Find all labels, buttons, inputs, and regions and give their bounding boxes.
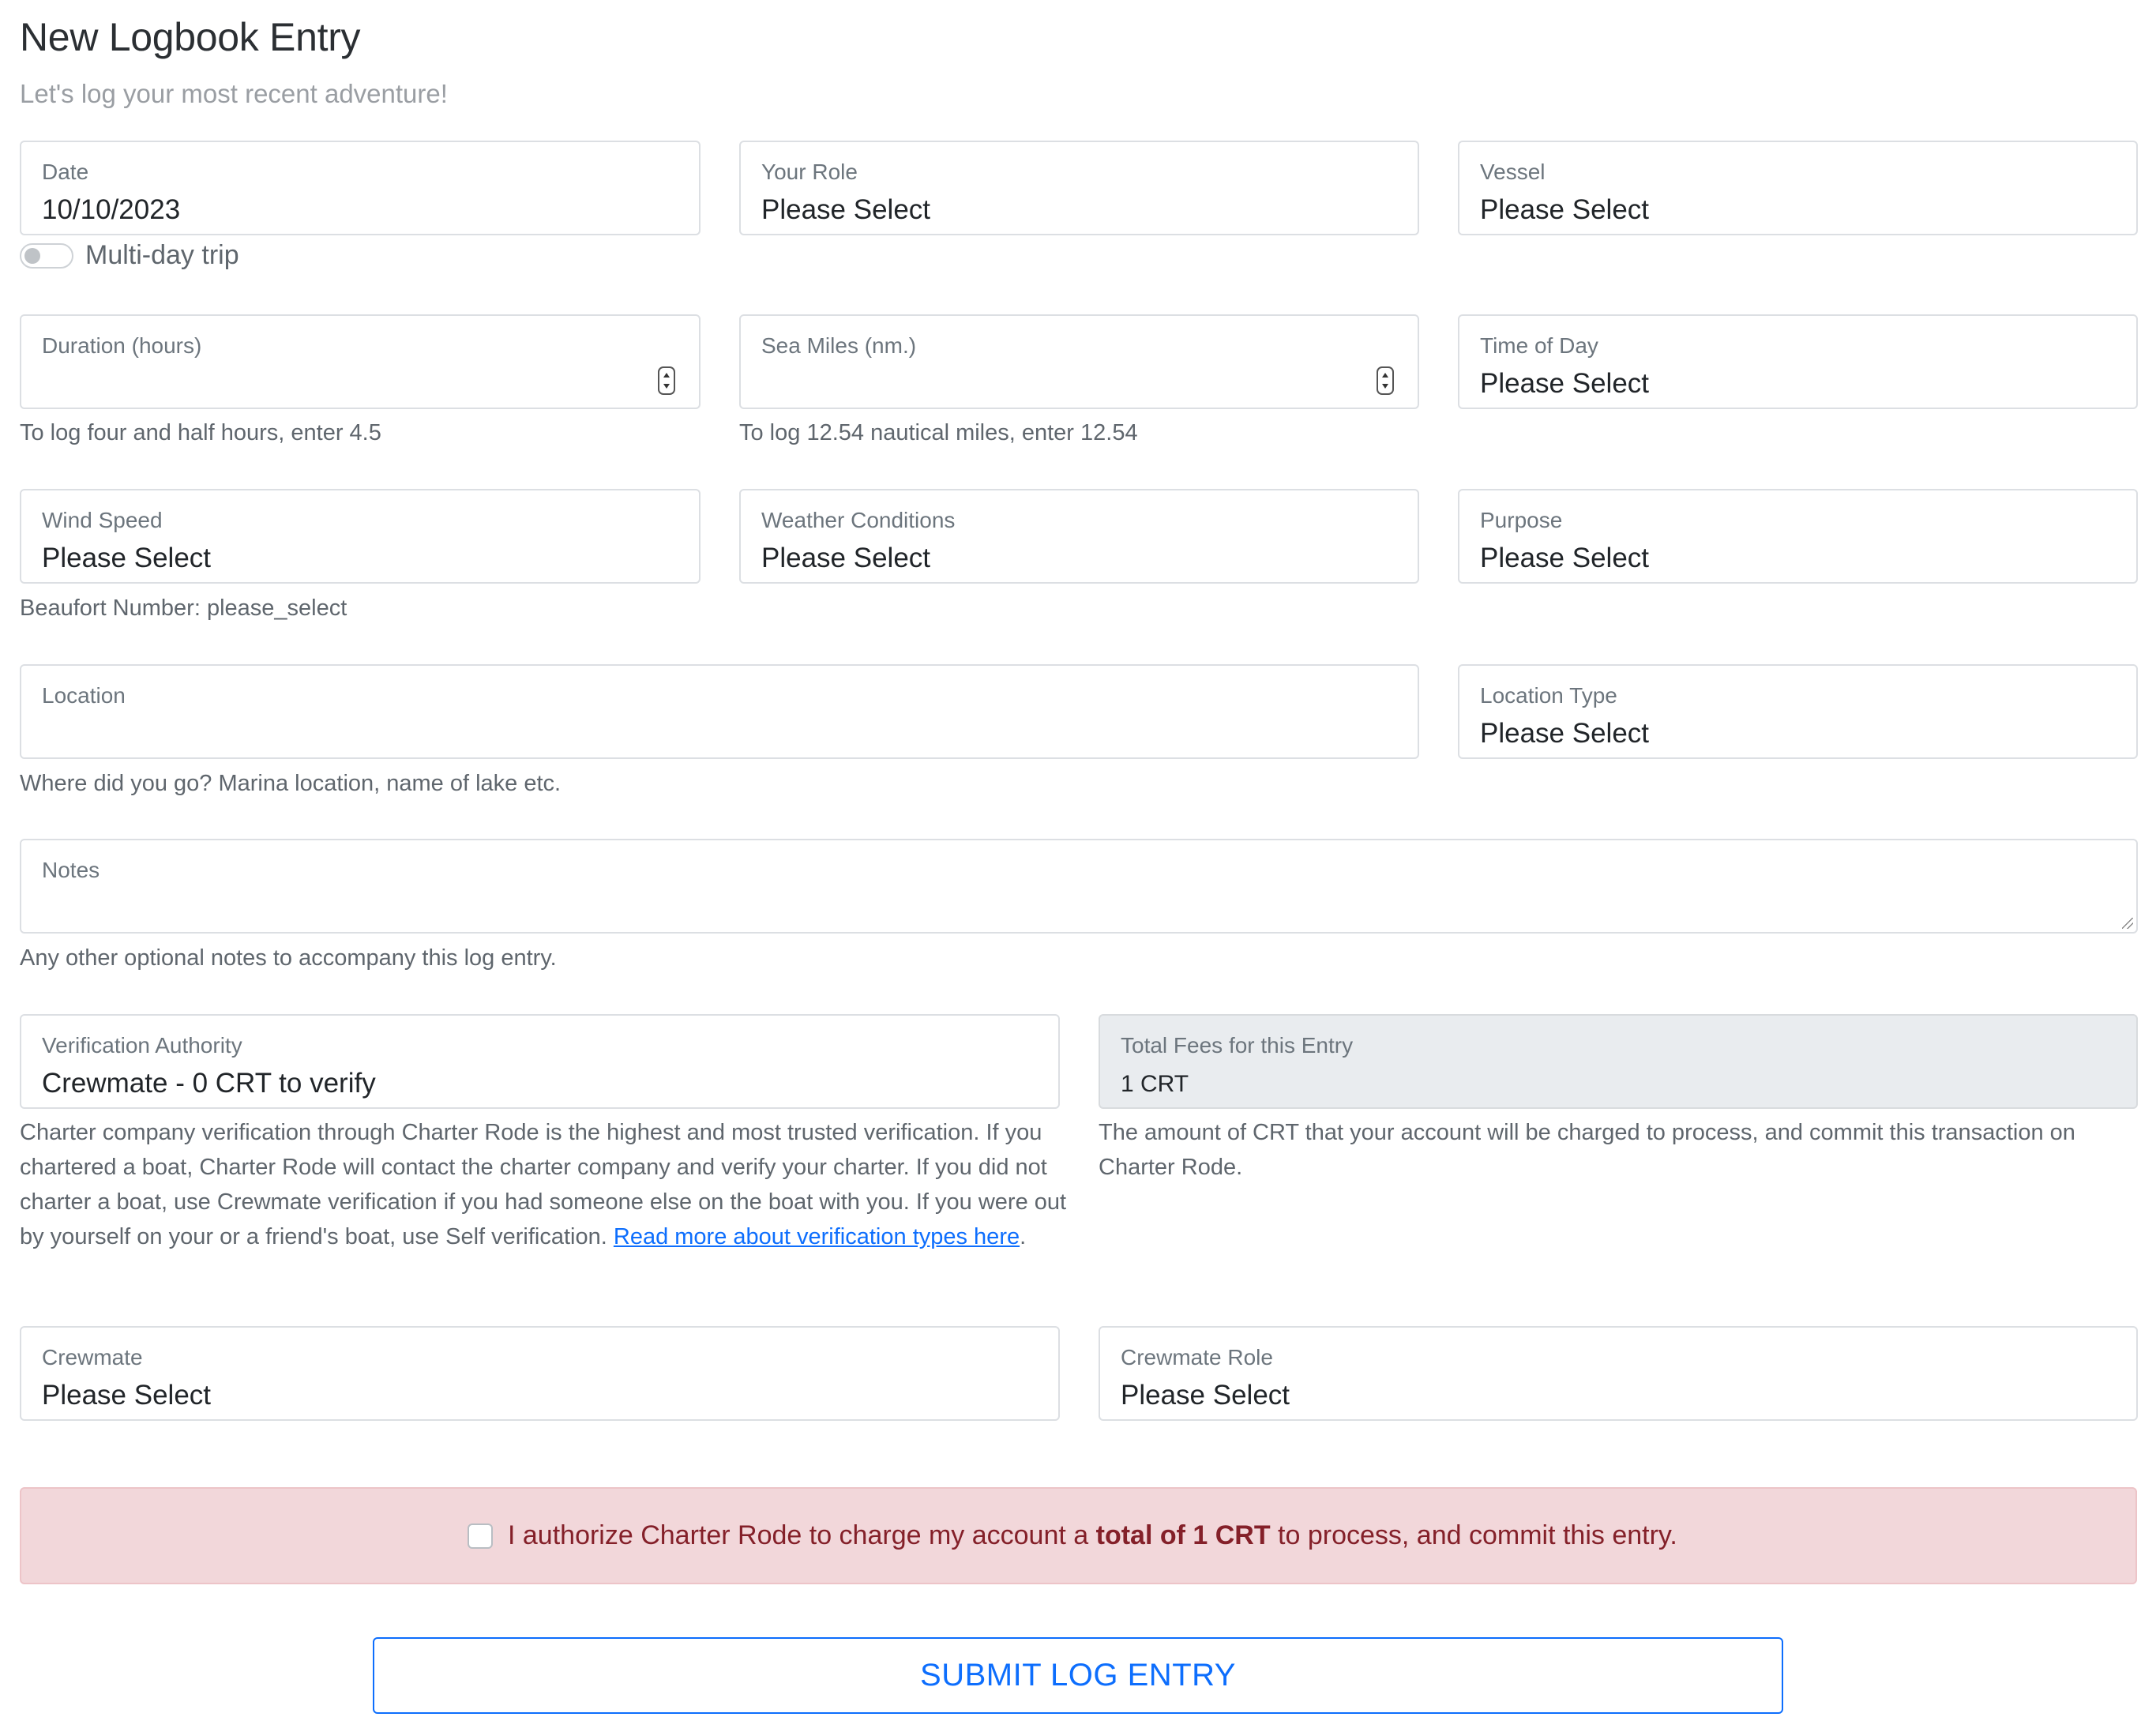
crewmate-value: Please Select (42, 1380, 212, 1411)
date-label: Date (42, 160, 89, 184)
submit-log-entry-button[interactable]: SUBMIT LOG ENTRY (373, 1637, 1783, 1714)
multiday-label: Multi-day trip (85, 240, 239, 270)
crewmate-role-value: Please Select (1121, 1380, 1290, 1411)
authorize-alert: I authorize Charter Rode to charge my ac… (20, 1487, 2137, 1584)
time-of-day-value: Please Select (1480, 368, 1650, 399)
sea-miles-label: Sea Miles (nm.) (761, 333, 917, 358)
notes-textarea[interactable]: Notes (20, 839, 2138, 934)
sea-miles-spinner-icon[interactable] (1377, 366, 1394, 395)
total-fees-help: The amount of CRT that your account will… (1099, 1120, 2075, 1180)
location-help: Where did you go? Marina location, name … (20, 771, 562, 796)
weather-value: Please Select (761, 543, 931, 573)
page-title: New Logbook Entry (20, 15, 361, 59)
verification-help-end: . (1020, 1224, 1027, 1249)
wind-speed-select[interactable]: Wind Speed Please Select (20, 489, 701, 584)
total-fees-value: 1 CRT (1121, 1071, 1189, 1097)
notes-label: Notes (42, 858, 100, 882)
weather-select[interactable]: Weather Conditions Please Select (739, 489, 1419, 584)
location-type-select[interactable]: Location Type Please Select (1458, 664, 2138, 759)
duration-input[interactable]: Duration (hours) (20, 314, 701, 409)
purpose-select[interactable]: Purpose Please Select (1458, 489, 2138, 584)
date-field[interactable]: Date 10/10/2023 (20, 141, 701, 235)
verification-types-link[interactable]: Read more about verification types here (614, 1224, 1020, 1249)
total-fees-field: Total Fees for this Entry 1 CRT (1099, 1014, 2138, 1109)
vessel-value: Please Select (1480, 194, 1650, 225)
verification-select[interactable]: Verification Authority Crewmate - 0 CRT … (20, 1014, 1060, 1109)
duration-spinner-icon[interactable] (658, 366, 675, 395)
verification-value: Crewmate - 0 CRT to verify (42, 1068, 376, 1099)
date-value: 10/10/2023 (42, 194, 181, 225)
sea-miles-input[interactable]: Sea Miles (nm.) (739, 314, 1419, 409)
authorize-suffix: to process, and commit this entry. (1270, 1520, 1677, 1550)
crewmate-select[interactable]: Crewmate Please Select (20, 1326, 1060, 1421)
time-of-day-label: Time of Day (1480, 333, 1598, 358)
toggle-knob (24, 248, 40, 264)
sea-miles-help: To log 12.54 nautical miles, enter 12.54 (739, 420, 1138, 445)
crewmate-role-select[interactable]: Crewmate Role Please Select (1099, 1326, 2138, 1421)
location-input[interactable]: Location (20, 664, 1419, 759)
authorize-message: I authorize Charter Rode to charge my ac… (508, 1520, 1677, 1551)
resize-grip-icon[interactable] (2122, 918, 2133, 929)
vessel-select[interactable]: Vessel Please Select (1458, 141, 2138, 235)
crewmate-label: Crewmate (42, 1345, 143, 1369)
authorize-checkbox[interactable] (468, 1523, 493, 1549)
vessel-label: Vessel (1480, 160, 1546, 184)
role-label: Your Role (761, 160, 858, 184)
weather-label: Weather Conditions (761, 508, 956, 532)
time-of-day-select[interactable]: Time of Day Please Select (1458, 314, 2138, 409)
wind-speed-help: Beaufort Number: please_select (20, 595, 347, 621)
notes-help: Any other optional notes to accompany th… (20, 945, 557, 971)
page-subtitle: Let's log your most recent adventure! (20, 79, 448, 108)
purpose-label: Purpose (1480, 508, 1563, 532)
location-type-value: Please Select (1480, 718, 1650, 749)
purpose-value: Please Select (1480, 543, 1650, 573)
authorize-total: total of 1 CRT (1095, 1520, 1271, 1550)
duration-help: To log four and half hours, enter 4.5 (20, 420, 381, 445)
total-fees-label: Total Fees for this Entry (1121, 1033, 1354, 1058)
verification-label: Verification Authority (42, 1033, 242, 1058)
role-select[interactable]: Your Role Please Select (739, 141, 1419, 235)
role-value: Please Select (761, 194, 931, 225)
duration-label: Duration (hours) (42, 333, 202, 358)
location-type-label: Location Type (1480, 683, 1617, 708)
verification-help: Charter company verification through Cha… (20, 1115, 1070, 1254)
wind-speed-label: Wind Speed (42, 508, 163, 532)
wind-speed-value: Please Select (42, 543, 212, 573)
crewmate-role-label: Crewmate Role (1121, 1345, 1273, 1369)
multiday-toggle[interactable] (20, 243, 73, 269)
authorize-prefix: I authorize Charter Rode to charge my ac… (508, 1520, 1096, 1550)
location-label: Location (42, 683, 126, 708)
